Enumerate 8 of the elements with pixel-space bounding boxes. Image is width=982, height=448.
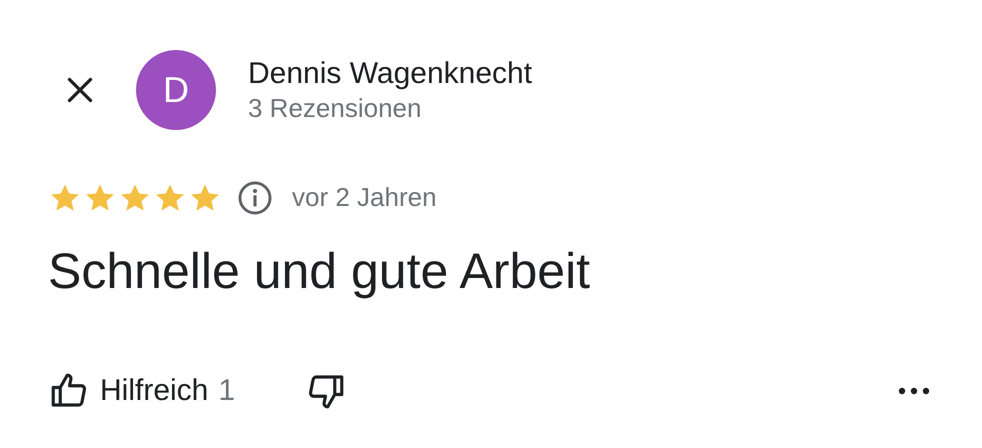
- review-text: Schnelle und gute Arbeit: [48, 242, 592, 301]
- info-icon[interactable]: [236, 178, 274, 216]
- helpful-button[interactable]: Hilfreich: [48, 368, 208, 413]
- reviewer-name[interactable]: Dennis Wagenknecht: [248, 56, 532, 92]
- avatar: D: [136, 50, 216, 130]
- helpful-count: 1: [218, 373, 236, 409]
- review-date: vor 2 Jahren: [292, 181, 437, 214]
- review-count: 3 Rezensionen: [248, 92, 422, 124]
